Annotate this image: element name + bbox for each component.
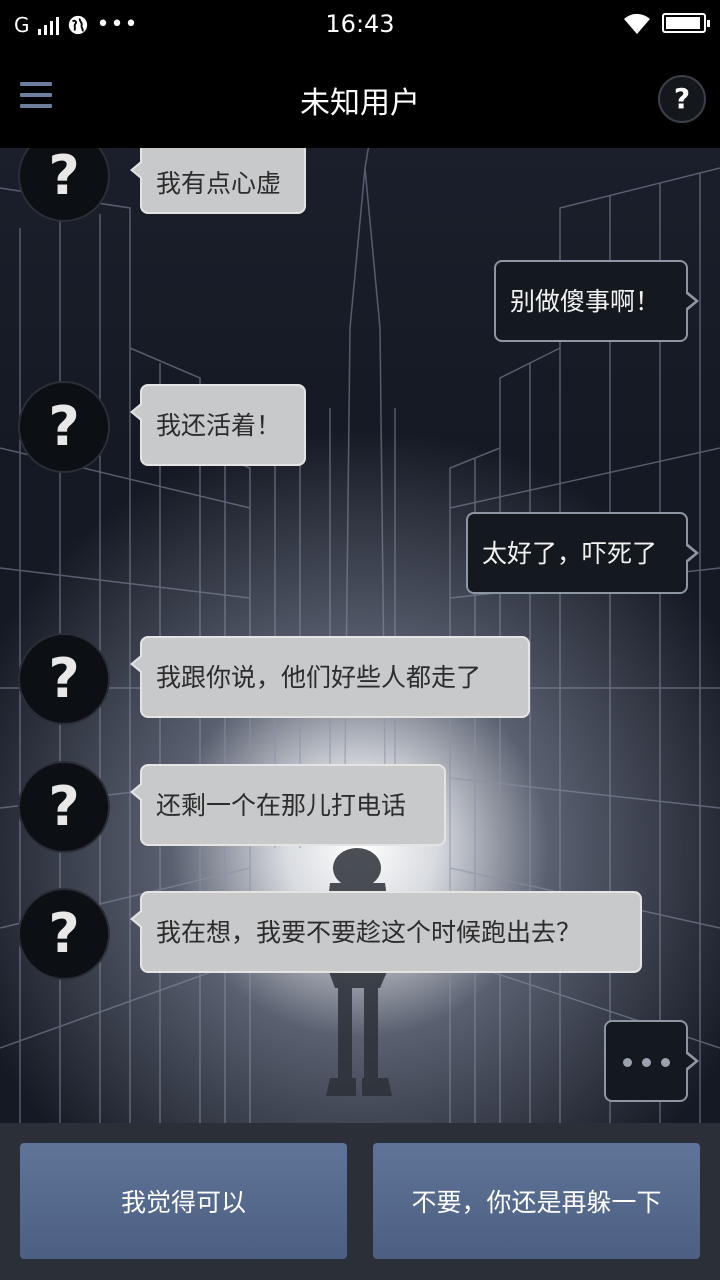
chat-screen: G ••• 16:43 未知用户 ? ? 我有点心虚 别做傻事啊！ ? 我还活着… [0,0,720,1280]
unknown-user-avatar: ? [18,633,110,725]
help-button[interactable]: ? [658,75,706,123]
typing-indicator [604,1020,699,1102]
page-title: 未知用户 [300,86,420,121]
battery-icon [662,13,710,33]
clock: 16:43 [325,10,395,38]
battery-level [666,17,700,29]
message-bubble: 我在想，我要不要趁这个时候跑出去？ [130,891,642,973]
message-bubble: 我还活着！ [130,384,306,466]
chat-area[interactable]: ? 我有点心虚 别做傻事啊！ ? 我还活着！ 太好了，吓死了 ? 我跟你说，他们… [0,148,720,1123]
typing-dots-icon [606,1022,686,1102]
message-bubble: 我有点心虚 [130,148,306,214]
choice-button-1[interactable]: 我觉得可以 [20,1143,347,1259]
unknown-user-avatar: ? [18,888,110,980]
message-bubble: 我跟你说，他们好些人都走了 [130,636,530,718]
choice-button-2[interactable]: 不要，你还是再躲一下 [373,1143,700,1259]
message-bubble: 太好了，吓死了 [466,512,699,594]
unknown-user-avatar: ? [18,381,110,473]
app-header: 未知用户 ? [0,48,720,148]
status-bar: G ••• 16:43 [0,0,720,48]
reply-choices-panel: 我觉得可以 不要，你还是再躲一下 [0,1123,720,1280]
unknown-user-avatar: ? [18,148,110,222]
wifi-icon [624,13,650,34]
message-bubble: 别做傻事啊！ [494,260,699,342]
message-bubble: 还剩一个在那儿打电话 [130,764,446,846]
unknown-user-avatar: ? [18,761,110,853]
